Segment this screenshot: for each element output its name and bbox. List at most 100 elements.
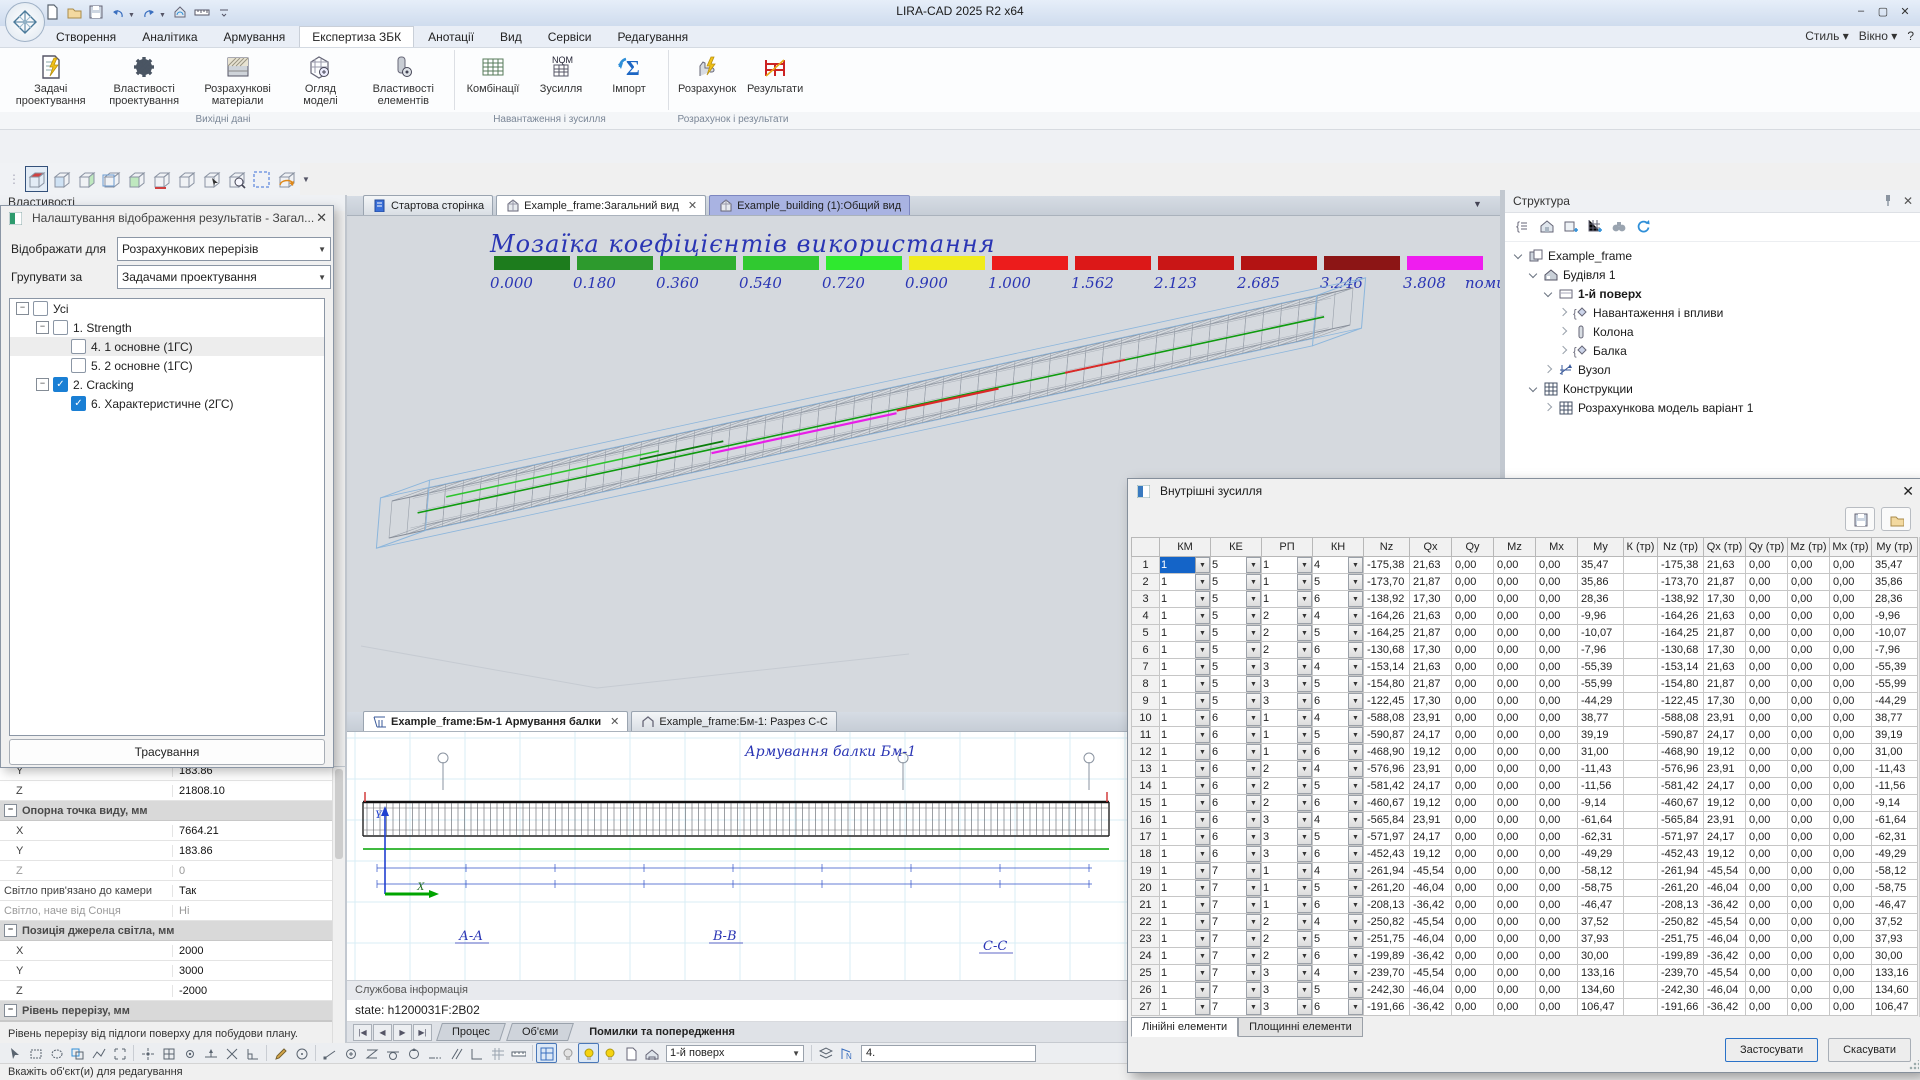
- cell[interactable]: 4▼: [1313, 659, 1364, 676]
- chevron-down-icon[interactable]: ▼: [1297, 591, 1312, 607]
- cell[interactable]: 0,00: [1746, 778, 1788, 795]
- cell[interactable]: -10,07: [1578, 625, 1624, 642]
- cell[interactable]: 0,00: [1452, 931, 1494, 948]
- cell[interactable]: -452,43: [1364, 846, 1410, 863]
- cell[interactable]: [1624, 557, 1658, 574]
- cell[interactable]: 5▼: [1211, 591, 1262, 608]
- cell[interactable]: -138,92: [1364, 591, 1410, 608]
- chevron-down-icon[interactable]: ▼: [1348, 914, 1363, 930]
- cell[interactable]: -9,14: [1872, 795, 1918, 812]
- cell[interactable]: 7▼: [1211, 880, 1262, 897]
- chevron-down-icon[interactable]: ▼: [1297, 812, 1312, 828]
- add-frame-icon[interactable]: [1587, 218, 1603, 237]
- cell[interactable]: 0,00: [1746, 557, 1788, 574]
- cell[interactable]: 6▼: [1313, 999, 1364, 1016]
- cell[interactable]: 0,00: [1746, 863, 1788, 880]
- cell[interactable]: -208,13: [1658, 897, 1704, 914]
- cell[interactable]: 21,87: [1704, 574, 1746, 591]
- cell[interactable]: 4▼: [1313, 863, 1364, 880]
- cell[interactable]: 1▼: [1160, 676, 1211, 693]
- cell[interactable]: 7▼: [1211, 863, 1262, 880]
- cell[interactable]: 0,00: [1788, 965, 1830, 982]
- cell[interactable]: [1624, 948, 1658, 965]
- chevron-down-icon[interactable]: ▼: [1297, 761, 1312, 777]
- cell[interactable]: 0,00: [1494, 965, 1536, 982]
- chevron-down-icon[interactable]: ▼: [1348, 846, 1363, 862]
- cell[interactable]: 21,87: [1410, 574, 1452, 591]
- cell[interactable]: 0,00: [1830, 914, 1872, 931]
- cell[interactable]: 0,00: [1452, 591, 1494, 608]
- binoculars-icon[interactable]: [1611, 218, 1627, 237]
- cell[interactable]: -45,54: [1410, 914, 1452, 931]
- chevron-down-icon[interactable]: ▼: [1195, 999, 1210, 1015]
- chevron-right-icon[interactable]: [1558, 346, 1568, 356]
- cell[interactable]: 0,00: [1746, 744, 1788, 761]
- cell[interactable]: -153,14: [1658, 659, 1704, 676]
- cell[interactable]: 1▼: [1160, 642, 1211, 659]
- ribbon-button-import[interactable]: ΣІмпорт: [595, 50, 663, 96]
- structure-tree-item[interactable]: Вузол: [1511, 360, 1920, 379]
- redo-icon[interactable]: [139, 2, 159, 22]
- cell[interactable]: 6▼: [1313, 846, 1364, 863]
- cell[interactable]: 0,00: [1830, 676, 1872, 693]
- cell[interactable]: 0,00: [1830, 608, 1872, 625]
- cell[interactable]: 0,00: [1536, 863, 1578, 880]
- cell[interactable]: 0,00: [1830, 625, 1872, 642]
- viewcube-front-icon[interactable]: [50, 166, 73, 192]
- cell[interactable]: 0,00: [1494, 744, 1536, 761]
- cell[interactable]: 1▼: [1160, 999, 1211, 1016]
- cell[interactable]: 23,91: [1410, 761, 1452, 778]
- draw-circle-icon[interactable]: [291, 1043, 312, 1063]
- cell[interactable]: 0,00: [1830, 897, 1872, 914]
- column-header[interactable]: My (тр): [1872, 538, 1918, 557]
- chevron-down-icon[interactable]: ▼: [1195, 574, 1210, 590]
- table-row[interactable]: 181▼6▼3▼6▼-452,4319,120,000,000,00-49,29…: [1132, 846, 1918, 863]
- cell[interactable]: 0,00: [1788, 642, 1830, 659]
- tree-item[interactable]: −1. Strength: [10, 318, 324, 337]
- chevron-down-icon[interactable]: ▼: [1348, 965, 1363, 981]
- cell[interactable]: 6▼: [1313, 642, 1364, 659]
- bulb-selected-icon[interactable]: [578, 1043, 599, 1063]
- cell[interactable]: 1▼: [1262, 710, 1313, 727]
- cell[interactable]: -10,07: [1872, 625, 1918, 642]
- chevron-down-icon[interactable]: ▼: [1297, 999, 1312, 1015]
- cell[interactable]: -468,90: [1658, 744, 1704, 761]
- table-row[interactable]: 251▼7▼3▼4▼-239,70-45,540,000,000,00133,1…: [1132, 965, 1918, 982]
- cell[interactable]: -9,96: [1578, 608, 1624, 625]
- table-row[interactable]: 191▼7▼1▼4▼-261,94-45,540,000,000,00-58,1…: [1132, 863, 1918, 880]
- draw-pencil-icon[interactable]: [270, 1043, 291, 1063]
- cell[interactable]: 0,00: [1746, 948, 1788, 965]
- cell[interactable]: -46,04: [1410, 982, 1452, 999]
- cell[interactable]: 5▼: [1211, 625, 1262, 642]
- checkbox[interactable]: [71, 358, 86, 373]
- cell[interactable]: 21,87: [1410, 676, 1452, 693]
- chevron-down-icon[interactable]: ▼: [1297, 659, 1312, 675]
- cell[interactable]: 0,00: [1494, 557, 1536, 574]
- cell[interactable]: [1624, 846, 1658, 863]
- chevron-down-icon[interactable]: ▼: [1297, 948, 1312, 964]
- cell[interactable]: 23,91: [1704, 761, 1746, 778]
- cell[interactable]: 0,00: [1788, 676, 1830, 693]
- cell[interactable]: 24,17: [1410, 727, 1452, 744]
- add-box-icon[interactable]: [1563, 218, 1579, 237]
- cell[interactable]: -590,87: [1658, 727, 1704, 744]
- chevron-down-icon[interactable]: ▼: [1246, 744, 1261, 760]
- cell[interactable]: [1624, 931, 1658, 948]
- chevron-down-icon[interactable]: ▼: [1297, 846, 1312, 862]
- cell[interactable]: 23,91: [1410, 710, 1452, 727]
- cell[interactable]: 0,00: [1536, 591, 1578, 608]
- cell[interactable]: 35,47: [1872, 557, 1918, 574]
- property-value[interactable]: 183.86: [173, 845, 345, 857]
- redo-icon-dropdown[interactable]: ▼: [159, 12, 166, 19]
- cell[interactable]: -251,75: [1364, 931, 1410, 948]
- ribbon-button-combinations[interactable]: Комбінації: [459, 50, 527, 96]
- chevron-down-icon[interactable]: ▼: [1297, 795, 1312, 811]
- cell[interactable]: [1624, 795, 1658, 812]
- tree-item[interactable]: 4. 1 основне (1ГС): [10, 337, 324, 356]
- building-view-icon[interactable]: [641, 1043, 662, 1063]
- chevron-down-icon[interactable]: ▼: [1246, 812, 1261, 828]
- cell[interactable]: 3▼: [1262, 659, 1313, 676]
- column-header[interactable]: КЕ: [1211, 538, 1262, 557]
- chevron-down-icon[interactable]: ▼: [1348, 574, 1363, 590]
- cell[interactable]: 21,87: [1704, 625, 1746, 642]
